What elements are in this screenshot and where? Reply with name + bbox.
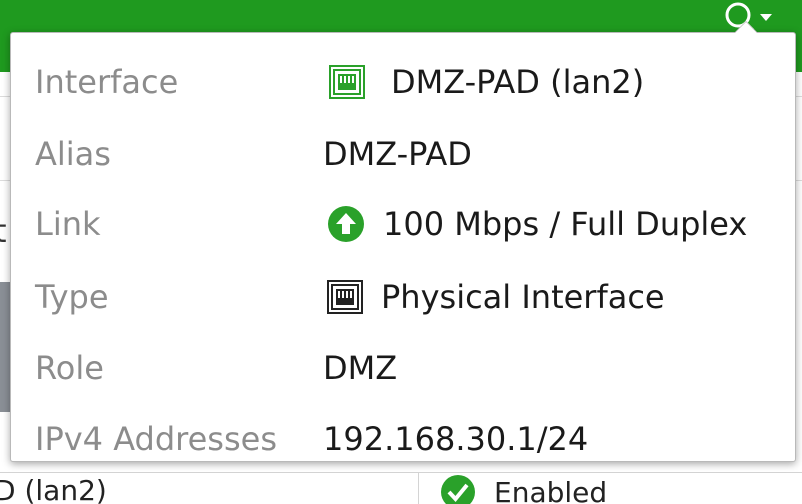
label-role: Role (35, 349, 104, 387)
table-cell-interface-name: D (lan2) (0, 474, 107, 504)
row-role: Role DMZ (11, 332, 795, 404)
label-interface: Interface (35, 63, 179, 101)
label-link: Link (35, 205, 101, 243)
label-type: Type (35, 278, 109, 316)
bg-selected-row-strip (0, 282, 10, 412)
table-column-divider (418, 472, 419, 504)
arrow-up-circle-icon (327, 205, 365, 243)
row-link: Link 100 Mbps / Full Duplex (11, 188, 795, 260)
popover-arrow (734, 21, 758, 33)
check-circle-icon (441, 475, 475, 504)
status-text: Enabled (494, 475, 608, 504)
link-speed: 100 Mbps / Full Duplex (383, 205, 748, 243)
value-link: 100 Mbps / Full Duplex (327, 205, 747, 243)
row-ipv4: IPv4 Addresses 192.168.30.1/24 (11, 403, 795, 475)
table-cell-status: Enabled (440, 474, 607, 504)
ethernet-port-green-icon (329, 65, 365, 99)
table-row[interactable] (0, 472, 802, 504)
row-alias: Alias DMZ-PAD (11, 118, 795, 190)
screen: t D (lan2) Enabled Interface DMZ-PAD (la… (0, 0, 802, 504)
interface-details-popover: Interface DMZ-PAD (lan2) Alias DMZ-PAD L… (10, 21, 796, 462)
value-alias: DMZ-PAD (323, 135, 472, 173)
value-ipv4: 192.168.30.1/24 (323, 420, 589, 458)
value-interface: DMZ-PAD (lan2) (329, 63, 644, 101)
caret-down-icon (760, 14, 772, 21)
bg-partial-text: t (0, 212, 7, 250)
row-type: Type Physical Interface (11, 261, 795, 333)
value-role: DMZ (323, 349, 398, 387)
interface-name: DMZ-PAD (lan2) (391, 63, 645, 101)
interface-type: Physical Interface (381, 278, 665, 316)
row-interface: Interface DMZ-PAD (lan2) (11, 46, 795, 118)
ethernet-port-icon (327, 280, 363, 314)
label-ipv4: IPv4 Addresses (35, 420, 277, 458)
value-type: Physical Interface (327, 278, 665, 316)
label-alias: Alias (35, 135, 111, 173)
